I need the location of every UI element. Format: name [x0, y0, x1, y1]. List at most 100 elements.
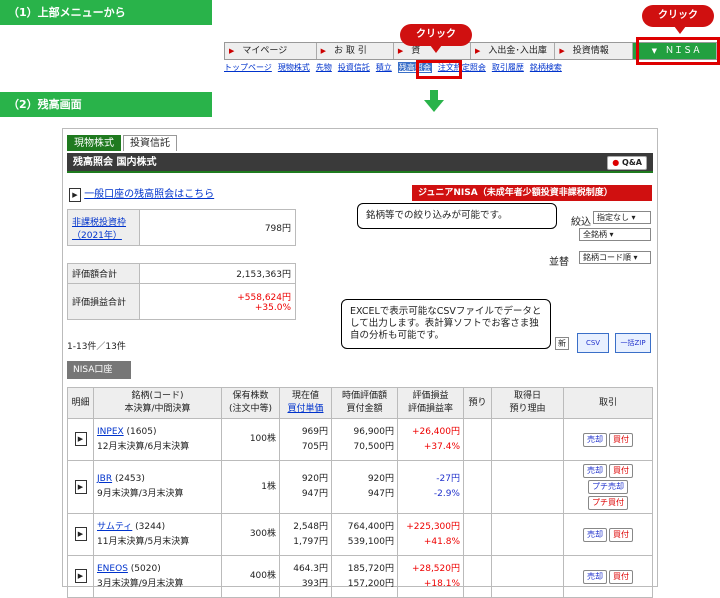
menu-info[interactable]: ▶ 投資情報: [555, 43, 633, 59]
submenu-item[interactable]: 積立: [376, 62, 392, 73]
general-account-link[interactable]: 一般口座の残高照会はこちら: [84, 189, 214, 200]
name-cell: サムティ (3244) 11月末決算/5月末決算: [93, 513, 222, 556]
new-icon: 新: [555, 337, 569, 350]
zip-download-button[interactable]: 一括ZIP: [615, 333, 651, 353]
stock-link[interactable]: INPEX: [97, 427, 124, 437]
market-value: 96,900円: [353, 426, 395, 437]
stock-code: (5020): [130, 563, 161, 574]
limit-table: 非課税投資枠（2021年） 798円: [67, 209, 296, 246]
trade-button[interactable]: プチ買付: [588, 496, 628, 510]
col-qty-2: (注文中等): [228, 404, 273, 414]
expand-icon[interactable]: ▶: [74, 527, 87, 541]
csv-download-button[interactable]: CSV: [577, 333, 609, 353]
current-price: 920円: [301, 474, 328, 484]
sort-select[interactable]: 銘柄コード順 ▾: [579, 251, 651, 264]
stock-link[interactable]: JBR: [97, 474, 112, 484]
filter-select[interactable]: 指定なし ▾: [593, 211, 651, 224]
trade-button[interactable]: 買付: [609, 569, 633, 584]
market-value: 920円: [367, 474, 394, 484]
col-detail: 明細: [67, 387, 94, 419]
deposit-cell: [463, 555, 492, 598]
pl-cell: +558,624円 +35.0%: [139, 283, 296, 320]
value-cell: 920円 947円: [331, 460, 398, 514]
pl-rate: +18.1%: [423, 578, 460, 589]
col-name-1: 銘柄(コード): [131, 391, 184, 401]
callout-pointer: [674, 26, 686, 34]
trade-button[interactable]: 売却: [583, 464, 607, 478]
pl-rate: +41.8%: [423, 536, 460, 547]
qa-button[interactable]: ● Q&A: [607, 156, 647, 170]
pl-cell: +225,300円 +41.8%: [397, 513, 464, 556]
sort-label: 並替: [549, 257, 569, 268]
table-row: ▶ ENEOS (5020) 3月末決算/9月末決算 400株 464.3円 393円 18…: [67, 555, 653, 598]
filter-select-2[interactable]: 全銘柄 ▾: [579, 228, 651, 241]
acq-cell: [491, 460, 564, 514]
submenu-item[interactable]: トップページ: [224, 62, 272, 73]
stock-code: (2453): [114, 474, 145, 484]
cost-price: 705円: [301, 441, 328, 452]
tab-funds[interactable]: 投資信託: [123, 135, 177, 151]
fiscal-year: 9月末決算/3月末決算: [97, 489, 184, 499]
submenu-item[interactable]: 投資信託: [338, 62, 370, 73]
acq-cell: [491, 555, 564, 598]
detail-cell: ▶: [67, 555, 94, 598]
step1-header: （1）上部メニューから: [0, 0, 212, 25]
stock-code: (1605): [126, 426, 157, 437]
trade-button[interactable]: プチ売却: [588, 480, 628, 494]
stock-link[interactable]: サムティ: [97, 522, 132, 532]
submenu-item[interactable]: 先物: [316, 62, 332, 73]
trade-button[interactable]: 買付: [609, 432, 633, 447]
name-cell: JBR (2453) 9月末決算/3月末決算: [93, 460, 222, 514]
highlight-box: [636, 37, 720, 65]
trade-button[interactable]: 売却: [583, 432, 607, 447]
stock-link[interactable]: ENEOS: [97, 564, 128, 574]
col-price-2[interactable]: 買付単価: [282, 403, 329, 416]
pl-amount: +28,520円: [411, 563, 460, 574]
col-qty: 保有株数 (注文中等): [221, 387, 280, 419]
filter-value-2: 全銘柄: [583, 230, 607, 239]
trade-cell: 売却 買付プチ売却プチ買付: [563, 460, 653, 514]
limit-link[interactable]: 非課税投資枠（2021年）: [72, 218, 126, 241]
expand-icon[interactable]: ▶: [74, 432, 87, 446]
menu-label: お 取 引: [334, 46, 367, 56]
market-value: 764,400円: [347, 521, 394, 532]
junior-nisa-badge: ジュニアNISA（未成年者少額投資非課税制度）: [412, 185, 652, 201]
menu-deposit[interactable]: ▶ 入出金･入出庫: [471, 43, 556, 59]
col-acq-2: 預り理由: [509, 404, 546, 414]
expand-icon[interactable]: ▶: [74, 479, 87, 494]
summary-table: 評価額合計 2,153,363円 評価損益合計 +558,624円 +35.0%: [67, 263, 296, 320]
trade-button[interactable]: 売却: [583, 569, 607, 584]
highlight-box: [416, 60, 462, 79]
trade-cell: 売却 買付: [563, 513, 653, 556]
balance-panel: 現物株式 投資信託 残高照会 国内株式 ● Q&A ▶ 一般口座の残高照会はこち…: [62, 128, 658, 598]
arrow-icon: ▶: [559, 47, 565, 55]
expand-icon[interactable]: ▶: [74, 569, 87, 583]
buy-amount: 157,200円: [347, 578, 394, 589]
value-cell: 96,900円 70,500円: [331, 418, 398, 461]
menu-label: 投資情報: [572, 46, 609, 56]
col-name: 銘柄(コード) 本決算/中間決算: [93, 387, 222, 419]
acq-cell: [491, 513, 564, 556]
zip-label: 一括ZIP: [620, 339, 646, 347]
market-value: 185,720円: [347, 563, 394, 574]
menu-trade[interactable]: ▶ お 取 引: [317, 43, 394, 59]
nisa-account-tab[interactable]: NISA口座: [67, 361, 131, 379]
menu-mypage[interactable]: ▶ マイページ: [225, 43, 317, 59]
trade-button[interactable]: 買付: [609, 527, 633, 542]
valuation-label: 評価額合計: [67, 263, 140, 284]
trade-cell: 売却 買付: [563, 418, 653, 461]
limit-value: 798円: [139, 209, 296, 246]
submenu-item[interactable]: 取引履歴: [492, 62, 524, 73]
col-deposit: 預り: [463, 387, 492, 419]
fiscal-year: 11月末決算/5月末決算: [97, 536, 190, 547]
pl-cell: -27円 -2.9%: [397, 460, 464, 514]
trade-button[interactable]: 買付: [609, 464, 633, 478]
current-price: 969円: [301, 426, 328, 437]
submenu-item[interactable]: 銘柄検索: [530, 62, 562, 73]
value-cell: 764,400円 539,100円: [331, 513, 398, 556]
tab-stocks[interactable]: 現物株式: [67, 135, 121, 151]
submenu-item[interactable]: 現物株式: [278, 62, 310, 73]
name-cell: INPEX (1605) 12月末決算/6月末決算: [93, 418, 222, 461]
col-trade: 取引: [563, 387, 653, 419]
trade-button[interactable]: 売却: [583, 527, 607, 542]
